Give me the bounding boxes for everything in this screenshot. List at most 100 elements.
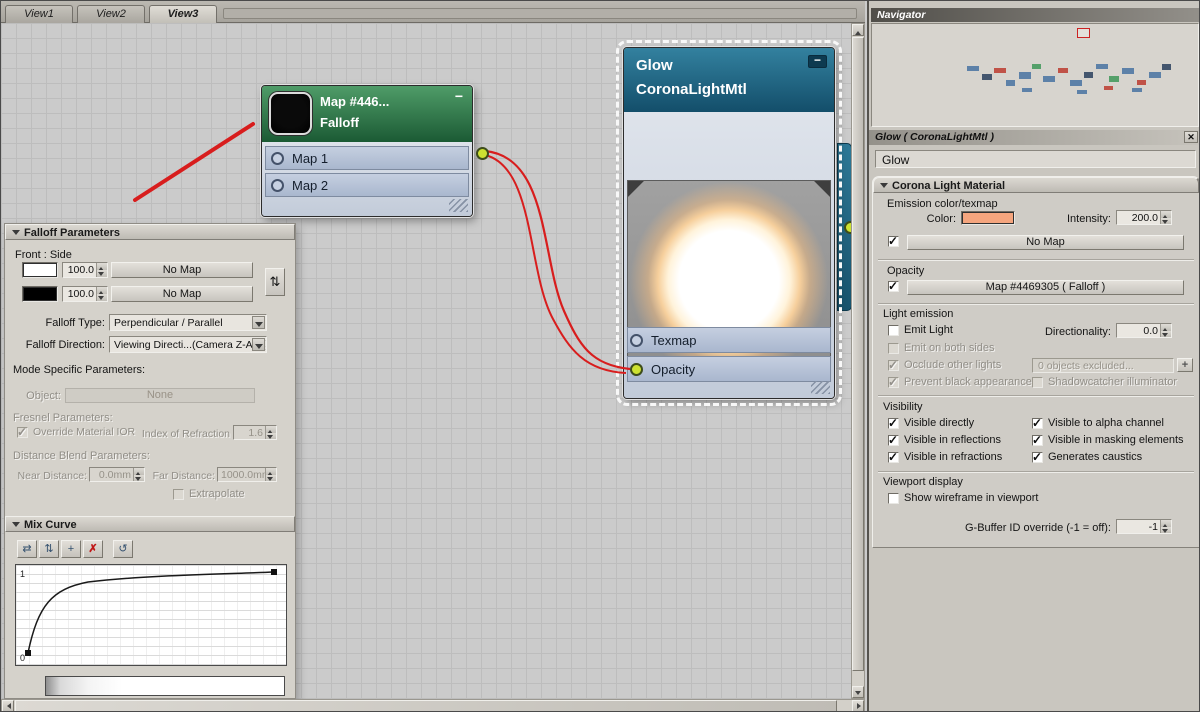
node-canvas[interactable]: Map #446... − Falloff Map 1 Map 2 Glow −… [1,23,851,699]
side-map-button[interactable]: No Map [111,286,253,302]
falloff-output-gradient [45,676,285,696]
close-icon[interactable]: ✕ [1184,131,1198,143]
spinner-arrows-icon[interactable] [1160,324,1171,337]
front-amount-spinner[interactable]: 100.0 [62,262,108,278]
horizontal-scroll-thumb[interactable] [15,700,837,711]
curve-handle-end [271,569,277,575]
map1-slot-label: Map 1 [292,150,329,166]
navigator-map[interactable] [871,23,1199,127]
glow-node-header[interactable]: Glow − CoronaLightMtl [624,48,834,112]
dropdown-arrow-icon[interactable] [252,316,265,329]
falloff-thumbnail[interactable] [269,92,312,135]
minimize-icon[interactable]: − [455,89,463,103]
node-glow[interactable]: Glow − CoronaLightMtl Texmap Opacity [616,40,842,406]
scroll-left-icon[interactable] [2,700,14,711]
opacity-map-button[interactable]: Map #4469305 ( Falloff ) [907,280,1184,295]
scroll-down-icon[interactable] [852,686,864,698]
visible-reflections-row: Visible in reflections [888,433,1001,447]
falloff-slot-map1[interactable]: Map 1 [265,146,469,170]
material-name-field[interactable]: Glow [875,150,1196,168]
canvas-horizontal-scrollbar[interactable] [1,699,865,711]
scale-point-button[interactable]: ⇅ [39,540,59,558]
emission-section-label: Emission color/texmap [887,198,998,210]
vertical-scroll-thumb[interactable] [852,37,864,671]
move-point-button[interactable]: ⇄ [17,540,37,558]
section-divider [878,303,1194,305]
ior-value: 1.6 [248,427,263,439]
opacity-map-checkbox[interactable] [888,279,899,293]
tab-view1[interactable]: View1 [5,5,73,23]
directionality-value: 0.0 [1143,325,1158,337]
emission-map-button[interactable]: No Map [907,235,1184,250]
resize-grip-icon[interactable] [449,199,468,212]
tab-view3[interactable]: View3 [149,5,217,23]
falloff-output-socket[interactable] [476,147,489,160]
delete-point-button[interactable]: ✗ [83,540,103,558]
show-wireframe-checkbox[interactable] [888,492,899,504]
node-falloff[interactable]: Map #446... − Falloff Map 1 Map 2 [261,85,489,217]
front-map-button[interactable]: No Map [111,262,253,278]
swap-colors-button[interactable]: ⇅ [265,268,285,296]
side-color-swatch[interactable] [22,286,58,302]
view-tabbar: View1 View2 View3 [1,1,865,23]
mix-curve-rollout-header[interactable]: Mix Curve [5,516,295,532]
navigator-node-thumbnail [994,68,1006,73]
texmap-input-socket[interactable] [630,333,643,347]
navigator-titlebar[interactable]: Navigator [871,8,1199,22]
falloff-type-dropdown[interactable]: Perpendicular / Parallel [109,314,267,331]
tab-view2[interactable]: View2 [77,5,145,23]
gbuffer-spinner[interactable]: -1 [1116,519,1172,534]
corona-rollout-header[interactable]: Corona Light Material [873,177,1199,193]
section-divider [878,259,1194,261]
generates-caustics-checkbox[interactable] [1032,450,1043,464]
material-header-bar[interactable]: Glow ( CoronaLightMtl ) ✕ [869,130,1199,145]
spinner-arrows-icon[interactable] [1160,211,1171,224]
falloff-to-opacity-wire-2 [484,154,627,374]
glow-output-socket[interactable] [844,221,851,234]
spinner-arrows-icon[interactable] [96,263,107,277]
visible-refractions-checkbox[interactable] [888,450,899,464]
canvas-vertical-scrollbar[interactable] [851,23,865,699]
map1-input-socket[interactable] [271,151,284,165]
falloff-slot-map2[interactable]: Map 2 [265,173,469,197]
opacity-input-socket[interactable] [630,362,643,376]
emission-color-swatch[interactable] [961,211,1015,225]
minimize-icon[interactable]: − [808,54,827,68]
glow-slot-opacity[interactable]: Opacity [627,356,831,382]
slate-material-editor: View1 View2 View3 Map #446... − Falloff … [0,0,1200,712]
add-point-button[interactable]: + [61,540,81,558]
map2-slot-label: Map 2 [292,177,329,193]
mix-curve-title: Mix Curve [24,519,77,531]
emit-light-checkbox[interactable] [888,324,899,336]
spinner-arrows-icon[interactable] [1160,520,1171,533]
visible-directly-checkbox[interactable] [888,416,899,430]
extrapolate-row: Extrapolate [173,488,245,500]
mix-curve-graph[interactable]: 1 0 [15,564,287,666]
scroll-right-icon[interactable] [852,700,864,711]
falloff-parameters-rollout-header[interactable]: Falloff Parameters [5,224,295,240]
front-color-swatch[interactable] [22,262,58,278]
visible-alpha-checkbox[interactable] [1032,416,1043,430]
scroll-up-icon[interactable] [852,24,864,36]
map2-input-socket[interactable] [271,178,284,192]
reset-curve-button[interactable]: ↺ [113,540,133,558]
glow-slot-texmap[interactable]: Texmap [627,327,831,353]
falloff-direction-dropdown[interactable]: Viewing Directi...(Camera Z-Axis) [109,336,267,353]
emission-map-checkbox[interactable] [888,234,899,248]
resize-grip-icon[interactable] [811,381,830,394]
visible-reflections-checkbox[interactable] [888,433,899,447]
navigator-view-rect[interactable] [1077,28,1090,38]
directionality-spinner[interactable]: 0.0 [1116,323,1172,338]
intensity-spinner[interactable]: 200.0 [1116,210,1172,225]
falloff-node-header[interactable]: Map #446... − Falloff [262,86,472,142]
spinner-arrows-icon[interactable] [96,287,107,301]
visible-alpha-row: Visible to alpha channel [1032,416,1164,430]
visible-masking-checkbox[interactable] [1032,433,1043,447]
visible-refractions-row: Visible in refractions [888,450,1002,464]
dropdown-arrow-icon[interactable] [252,338,265,351]
emit-light-label: Emit Light [904,324,953,336]
override-ior-row: Override Material IOR [17,425,135,439]
side-amount-spinner[interactable]: 100.0 [62,286,108,302]
add-exclude-button[interactable]: + [1177,358,1193,372]
texmap-slot-label: Texmap [651,332,697,348]
